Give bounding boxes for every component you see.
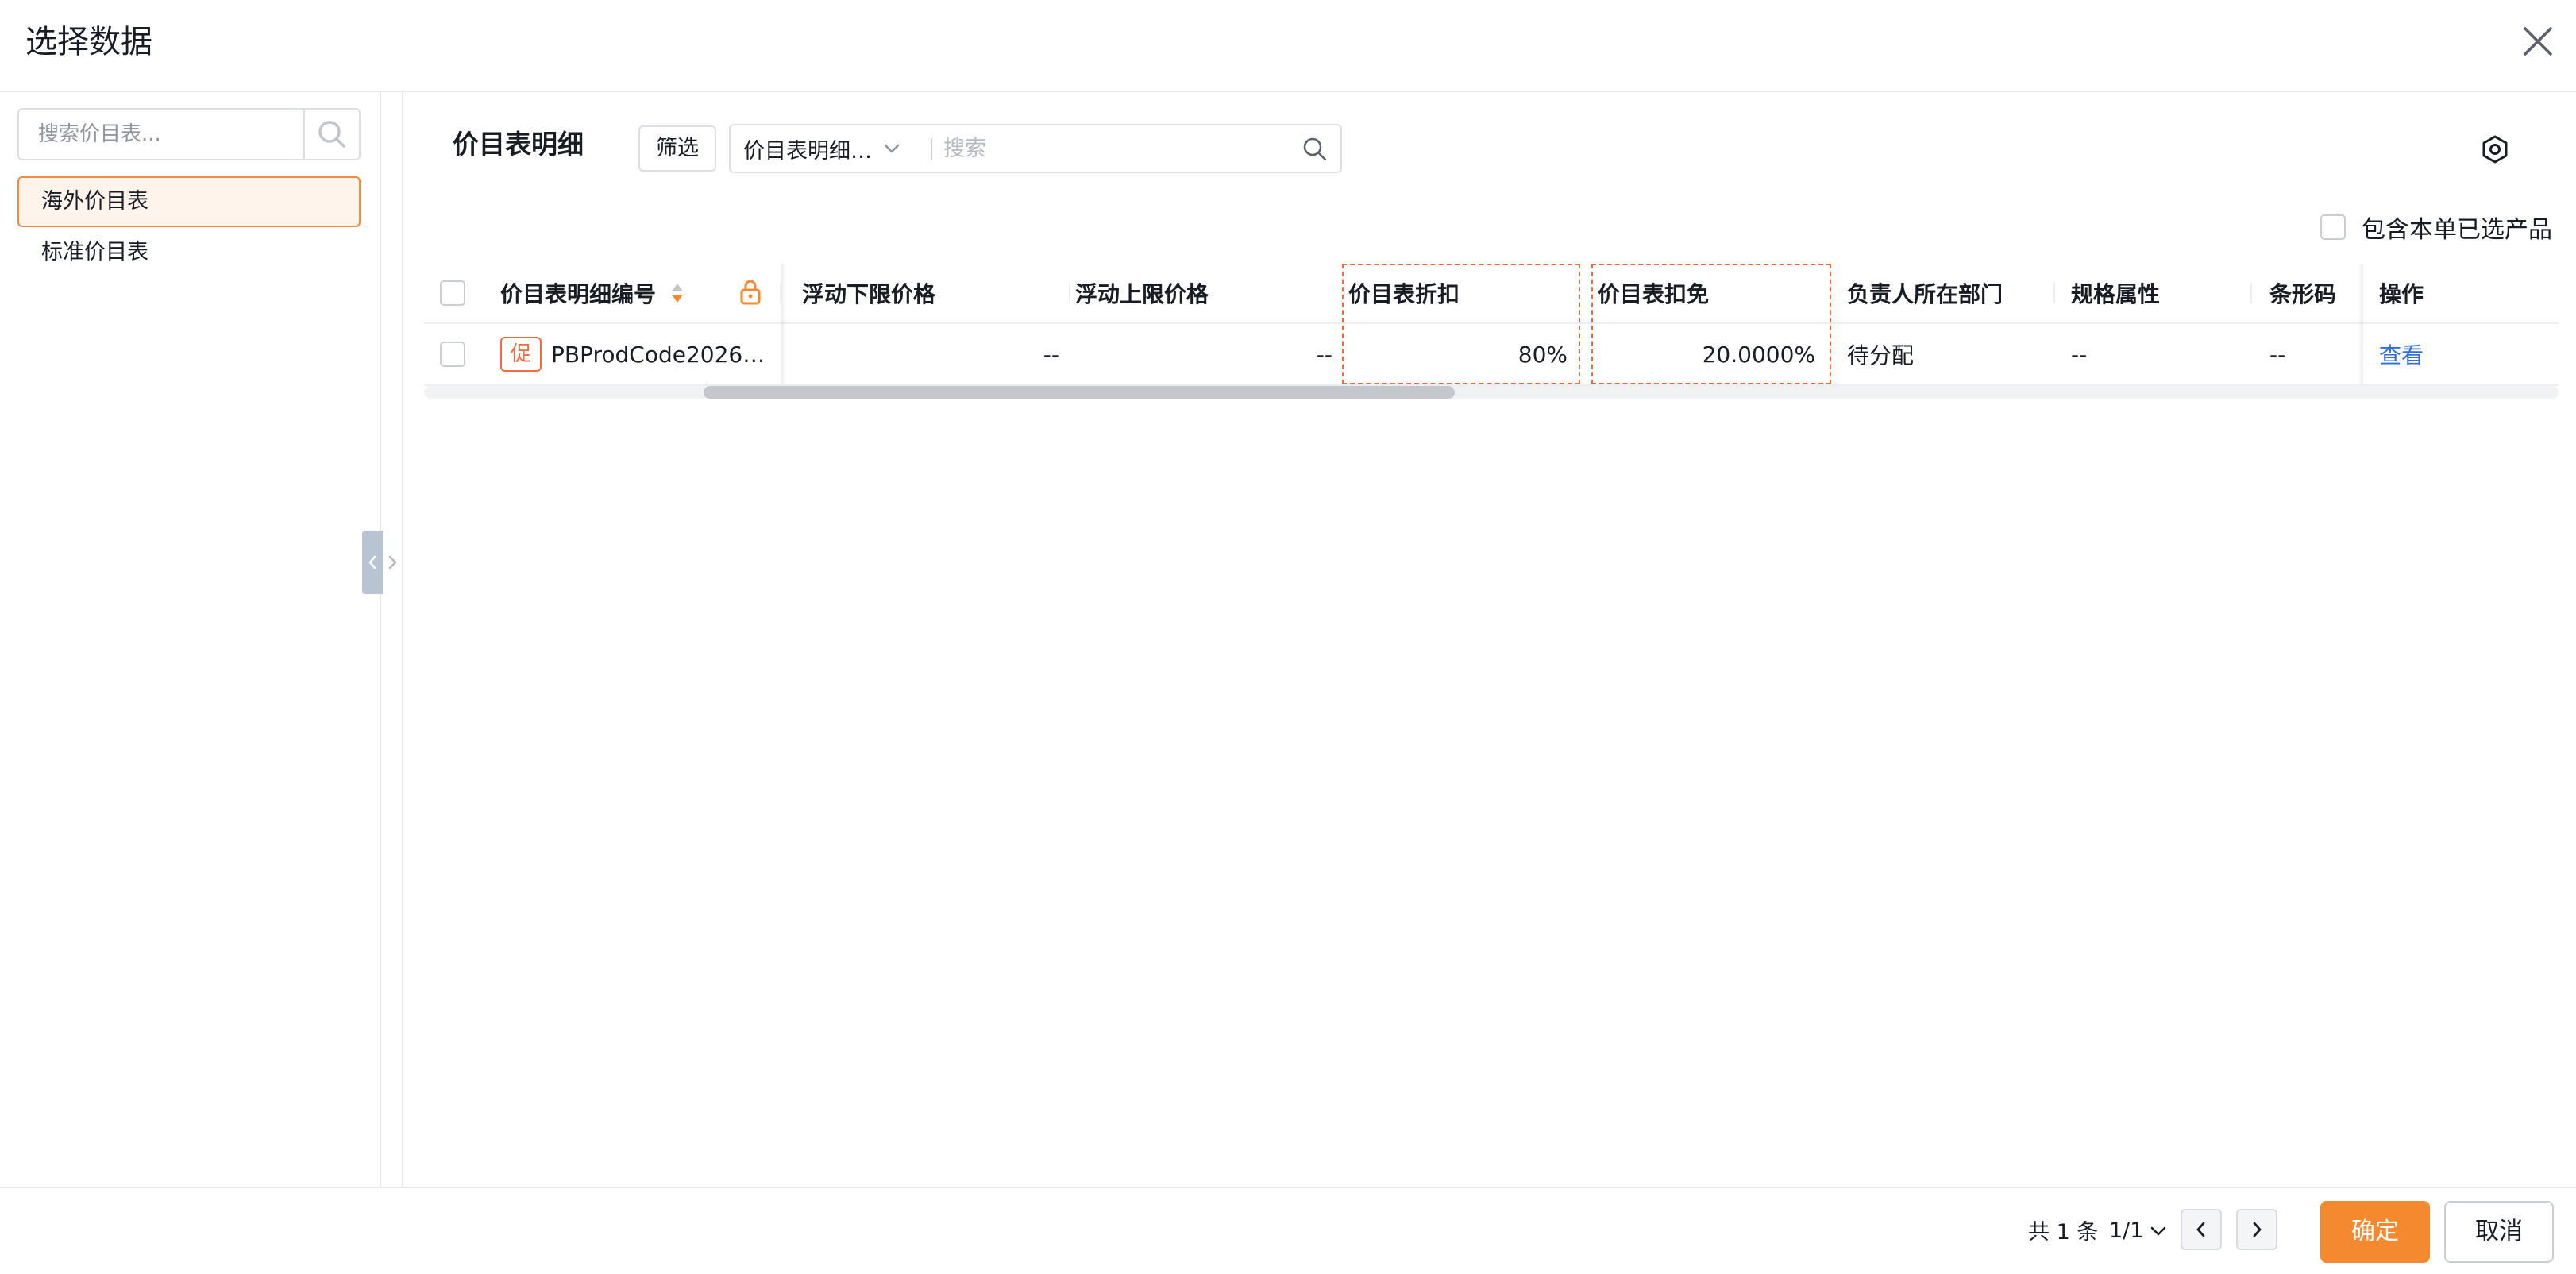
column-header-float-low[interactable]: 浮动下限价格 (802, 264, 1070, 322)
column-header-action: 操作 (2379, 281, 2424, 307)
include-selected-toggle[interactable]: 包含本单已选产品 (2320, 210, 2552, 245)
search-field-select[interactable]: 价目表明细… (731, 125, 929, 172)
next-page-button[interactable] (2236, 1209, 2277, 1250)
cell-department: 待分配 (1847, 342, 1915, 369)
cell-deduction: 20.0000% (1702, 341, 1815, 368)
column-header-barcode[interactable]: 条形码 (2269, 264, 2357, 322)
total-count: 共 1 条 (2028, 1220, 2099, 1245)
column-header-label: 价目表明细编号 (500, 281, 657, 307)
column-settings-button[interactable] (2478, 132, 2512, 167)
filter-button[interactable]: 筛选 (638, 125, 716, 172)
prev-page-button[interactable] (2181, 1209, 2222, 1250)
column-header-discount[interactable]: 价目表折扣 (1348, 264, 1587, 322)
chevron-left-icon (2196, 1222, 2205, 1237)
page-indicator: 1/1 (2109, 1218, 2144, 1243)
sidebar-collapse-handle[interactable] (362, 531, 383, 594)
dialog-title: 选择数据 (25, 24, 152, 60)
price-detail-table: 价目表明细编号 浮动下限价格 浮动上限价格 价目表折扣 价目表扣免 负责人所在部… (424, 264, 2559, 399)
column-header-float-high[interactable]: 浮动上限价格 (1075, 264, 1345, 322)
sidebar-item-standard-pricelist[interactable]: 标准价目表 (17, 227, 361, 278)
include-selected-checkbox[interactable] (2320, 214, 2346, 240)
dialog-footer: 共 1 条 1/1 确定 取消 (0, 1187, 2576, 1274)
promo-badge: 促 (500, 337, 542, 372)
row-checkbox[interactable] (440, 342, 465, 367)
select-all-checkbox[interactable] (440, 280, 465, 306)
include-selected-label: 包含本单已选产品 (2362, 216, 2552, 244)
settings-icon (2482, 135, 2508, 164)
sidebar-search-button[interactable] (303, 110, 359, 159)
cell-float-low: -- (1043, 341, 1059, 368)
confirm-button[interactable]: 确定 (2320, 1201, 2430, 1263)
dialog-header: 选择数据 (0, 0, 2576, 92)
close-icon (2524, 27, 2552, 56)
chevron-down-icon (884, 144, 900, 153)
cell-discount: 80% (1517, 341, 1568, 368)
search-icon (318, 121, 345, 148)
page-select[interactable]: 1/1 (2109, 1217, 2167, 1245)
cancel-button[interactable]: 取消 (2444, 1201, 2554, 1263)
fixed-column-shadow (781, 264, 786, 384)
row-select-cell (440, 324, 472, 384)
sort-icon[interactable] (669, 280, 686, 306)
fixed-column-shadow-right (2358, 264, 2363, 384)
search-field-label: 价目表明细… (743, 138, 872, 164)
view-link[interactable]: 查看 (2379, 338, 2424, 370)
column-header-department[interactable]: 负责人所在部门 (1847, 264, 2055, 322)
sidebar: 海外价目表 标准价目表 (0, 92, 381, 1188)
horizontal-scrollbar[interactable] (424, 386, 2559, 399)
cell-spec: -- (2071, 341, 2088, 368)
cell-code-text: PBProdCode2026… (551, 341, 765, 368)
cell-float-high: -- (1316, 341, 1332, 368)
search-separator (931, 138, 932, 160)
search-button[interactable] (1301, 135, 1329, 164)
scrollbar-thumb[interactable] (704, 386, 1455, 399)
sidebar-item-overseas-pricelist[interactable]: 海外价目表 (17, 176, 361, 227)
search-icon (1303, 137, 1327, 161)
cell-action: 查看 (2379, 324, 2498, 384)
cell-barcode: -- (2269, 341, 2286, 368)
column-header-code[interactable]: 价目表明细编号 (500, 264, 781, 322)
column-header-spec[interactable]: 规格属性 (2071, 264, 2252, 322)
sidebar-search (17, 108, 361, 160)
panel-divider (402, 92, 403, 1188)
sidebar-search-input[interactable] (19, 110, 303, 159)
cell-code: 促 PBProdCode2026… (500, 324, 781, 384)
chevron-right-icon[interactable] (386, 551, 400, 573)
column-header-deduction[interactable]: 价目表扣免 (1598, 264, 1836, 322)
search-input[interactable] (943, 129, 1293, 168)
chevron-right-icon (2253, 1222, 2262, 1237)
lock-icon[interactable] (738, 278, 762, 307)
close-button[interactable] (2517, 21, 2559, 62)
search-box: 价目表明细… (729, 124, 1342, 173)
page-title: 价目表明细 (453, 129, 584, 160)
chevron-left-icon (368, 555, 376, 569)
chevron-down-icon (2151, 1226, 2166, 1236)
select-all-cell (440, 264, 472, 322)
